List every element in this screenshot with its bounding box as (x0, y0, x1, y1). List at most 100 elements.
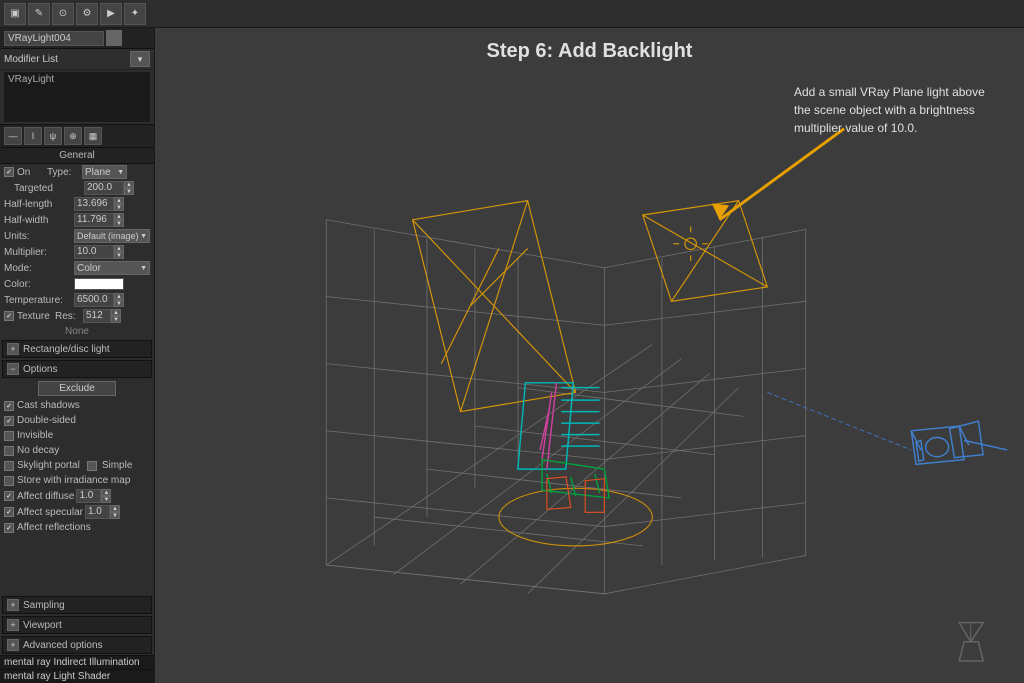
icon-grid[interactable]: ▦ (84, 127, 102, 145)
affect-diffuse-spinner[interactable]: ▲▼ (101, 489, 111, 503)
units-row: Units: Default (image) ▼ (0, 228, 154, 244)
affect-diffuse-label: Affect diffuse (17, 491, 74, 502)
options-section-label: Options (23, 364, 57, 375)
color-label: Color: (4, 279, 74, 290)
multiplier-value[interactable]: 10.0 (74, 245, 114, 259)
no-decay-label: No decay (17, 445, 59, 456)
affect-reflections-row: Affect reflections (0, 520, 154, 535)
toolbar-btn-4[interactable]: ⚙ (76, 3, 98, 25)
cast-shadows-checkbox[interactable] (4, 401, 14, 411)
rect-expand-icon: + (7, 343, 19, 355)
mode-row: Mode: Color ▼ (0, 260, 154, 276)
options-section[interactable]: − Options (2, 360, 152, 378)
affect-reflections-checkbox[interactable] (4, 523, 14, 533)
mental-ray-label: mental ray Indirect Illumination (4, 657, 140, 668)
viewport-expand-icon: + (7, 619, 19, 631)
mental-ray-shader-row[interactable]: mental ray Light Shader (0, 669, 154, 683)
skylight-portal-row: Skylight portal Simple (0, 458, 154, 473)
object-name-bar (0, 28, 154, 49)
mental-ray-shader-label: mental ray Light Shader (4, 671, 110, 682)
half-width-value[interactable]: 11.796 (74, 213, 114, 227)
targeted-label: Targeted (14, 183, 84, 194)
texture-row: Texture Res: 512 ▲▼ (0, 308, 154, 324)
targeted-row: Targeted 200.0 ▲▼ (0, 180, 154, 196)
skylight-portal-checkbox[interactable] (4, 461, 14, 471)
rect-section[interactable]: + Rectangle/disc light (2, 340, 152, 358)
viewport-section[interactable]: + Viewport (2, 616, 152, 634)
on-checkbox[interactable] (4, 167, 14, 177)
toolbar-btn-2[interactable]: ✎ (28, 3, 50, 25)
temperature-spinner[interactable]: ▲▼ (114, 293, 124, 307)
type-value: Plane (85, 167, 111, 178)
type-dropdown[interactable]: Plane ▼ (82, 165, 127, 179)
store-irradiance-label: Store with irradiance map (17, 475, 130, 486)
icon-add[interactable]: ⊕ (64, 127, 82, 145)
annotation-text: Add a small VRay Plane light above the s… (794, 83, 1004, 137)
affect-reflections-label: Affect reflections (17, 522, 91, 533)
viewport-label: Viewport (23, 620, 62, 631)
sampling-section[interactable]: + Sampling (2, 596, 152, 614)
cast-shadows-row: Cast shadows (0, 398, 154, 413)
units-dropdown[interactable]: Default (image) ▼ (74, 229, 150, 243)
icon-wire[interactable]: ψ (44, 127, 62, 145)
multiplier-spinner[interactable]: ▲▼ (114, 245, 124, 259)
targeted-spinner[interactable]: ▲▼ (124, 181, 134, 195)
mental-ray-row[interactable]: mental ray Indirect Illumination (0, 655, 154, 669)
none-text: None (0, 324, 154, 339)
affect-diffuse-value[interactable]: 1.0 (76, 489, 101, 503)
affect-specular-spinner[interactable]: ▲▼ (110, 505, 120, 519)
simple-label: Simple (102, 460, 133, 471)
toolbar-btn-3[interactable]: ⊙ (52, 3, 74, 25)
affect-specular-checkbox[interactable] (4, 507, 14, 517)
half-length-value[interactable]: 13.696 (74, 197, 114, 211)
affect-specular-row: Affect specular 1.0 ▲▼ (0, 504, 154, 520)
advanced-section[interactable]: + Advanced options (2, 636, 152, 654)
simple-checkbox[interactable] (87, 461, 97, 471)
advanced-label: Advanced options (23, 640, 103, 651)
cast-shadows-label: Cast shadows (17, 400, 80, 411)
half-width-row: Half-width 11.796 ▲▼ (0, 212, 154, 228)
sampling-expand-icon: + (7, 599, 19, 611)
store-irradiance-row: Store with irradiance map (0, 473, 154, 488)
rect-section-label: Rectangle/disc light (23, 344, 110, 355)
no-decay-checkbox[interactable] (4, 446, 14, 456)
vray-light-label: VRayLight (8, 74, 146, 85)
icon-move[interactable]: I (24, 127, 42, 145)
toolbar-btn-1[interactable]: ▣ (4, 3, 26, 25)
top-toolbar: ▣ ✎ ⊙ ⚙ ▶ ✦ (0, 0, 1024, 28)
half-length-spinner[interactable]: ▲▼ (114, 197, 124, 211)
half-width-label: Half-width (4, 215, 74, 226)
affect-diffuse-checkbox[interactable] (4, 491, 14, 501)
modifier-list-dropdown[interactable]: ▼ (130, 51, 150, 67)
invisible-label: Invisible (17, 430, 53, 441)
invisible-row: Invisible (0, 428, 154, 443)
bottom-sections: + Sampling + Viewport + Advanced options… (0, 595, 154, 683)
invisible-checkbox[interactable] (4, 431, 14, 441)
color-swatch[interactable] (74, 278, 124, 290)
units-value: Default (image) (77, 231, 139, 241)
modifier-list-label: Modifier List (4, 54, 130, 65)
toolbar-btn-5[interactable]: ▶ (100, 3, 122, 25)
texture-res-spinner[interactable]: ▲▼ (111, 309, 121, 323)
half-width-spinner[interactable]: ▲▼ (114, 213, 124, 227)
mode-dropdown[interactable]: Color ▼ (74, 261, 150, 275)
double-sided-checkbox[interactable] (4, 416, 14, 426)
general-section-title: General (0, 148, 154, 164)
affect-specular-value[interactable]: 1.0 (85, 505, 110, 519)
texture-res-value[interactable]: 512 (83, 309, 111, 323)
object-color-btn[interactable] (106, 30, 122, 46)
modifier-list-row: Modifier List ▼ (0, 49, 154, 70)
on-type-row: On Type: Plane ▼ (0, 164, 154, 180)
exclude-button[interactable]: Exclude (38, 381, 116, 396)
texture-checkbox[interactable] (4, 311, 14, 321)
temperature-value[interactable]: 6500.0 (74, 293, 114, 307)
double-sided-row: Double-sided (0, 413, 154, 428)
annotation-arrow (712, 129, 844, 220)
advanced-expand-icon: + (7, 639, 19, 651)
targeted-value[interactable]: 200.0 (84, 181, 124, 195)
toolbar-btn-6[interactable]: ✦ (124, 3, 146, 25)
object-name-input[interactable] (4, 31, 104, 46)
store-irradiance-checkbox[interactable] (4, 476, 14, 486)
icon-pin[interactable]: — (4, 127, 22, 145)
viewport[interactable]: Step 6: Add Backlight Add a small VRay P… (155, 28, 1024, 683)
